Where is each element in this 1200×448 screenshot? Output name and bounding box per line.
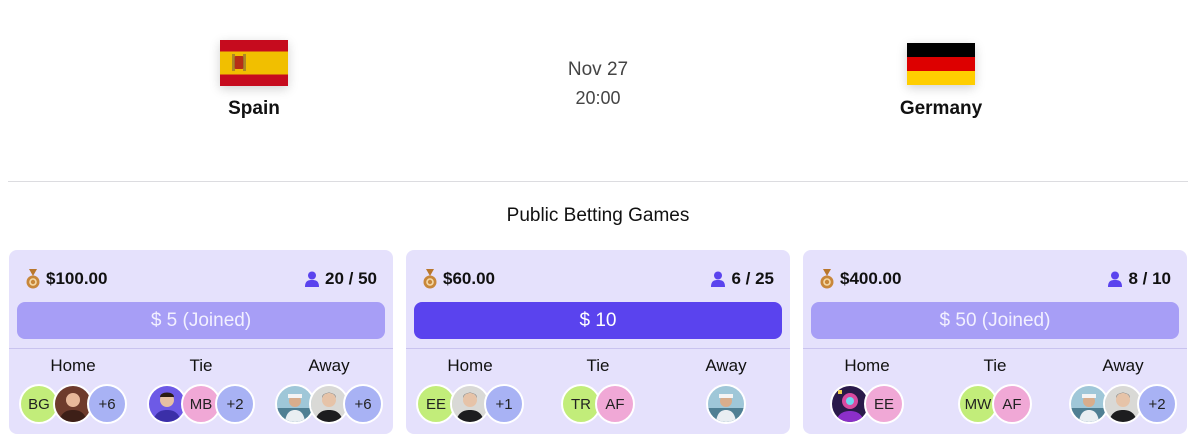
avatar-group: BG +6: [19, 384, 127, 424]
match-datetime: Nov 27 20:00: [498, 58, 698, 110]
outcome-row: Home EE +1 Tie TR AF Away: [406, 354, 790, 424]
player-count-value: 20 / 50: [325, 269, 377, 288]
outcome-label: Away: [308, 356, 350, 375]
germany-flag-icon: [907, 43, 975, 85]
outcome-label: Tie: [586, 356, 610, 375]
outcome-label: Tie: [189, 356, 213, 375]
card-divider: [9, 348, 393, 349]
spain-flag-icon: [220, 40, 288, 86]
prize-pool: $400.00: [819, 269, 901, 289]
away-team-name: Germany: [899, 98, 983, 119]
avatar-group: TR AF: [561, 384, 635, 424]
prize-amount: $400.00: [840, 269, 902, 288]
outcome-row: Home BG +6 Tie MB +2 Away +6: [9, 354, 393, 424]
outcome-away[interactable]: Away: [662, 354, 790, 424]
section-title: Public Betting Games: [506, 205, 690, 226]
match-date: Nov 27: [567, 59, 629, 80]
avatar-more-count: +6: [343, 384, 383, 424]
avatar-group: EE: [830, 384, 904, 424]
avatar-group: MB +2: [147, 384, 255, 424]
outcome-tie[interactable]: Tie TR AF: [534, 354, 662, 424]
avatar-more-count: +1: [484, 384, 524, 424]
avatar-more-count: +6: [87, 384, 127, 424]
betting-game-card[interactable]: $100.00 20 / 50 $ 5 (Joined) Home BG +6 …: [9, 250, 393, 434]
bet-button[interactable]: $ 50 (Joined): [811, 302, 1179, 339]
home-team-name: Spain: [228, 98, 280, 119]
card-header: $400.00 8 / 10: [819, 268, 1171, 290]
bet-button[interactable]: $ 10: [414, 302, 782, 339]
avatar-more-count: +2: [1137, 384, 1177, 424]
outcome-label: Away: [705, 356, 747, 375]
avatar: EE: [864, 384, 904, 424]
prize-amount: $100.00: [46, 269, 108, 288]
card-header: $60.00 6 / 25: [422, 268, 774, 290]
avatar-group: +2: [1069, 384, 1177, 424]
match-header: Spain Nov 27 20:00 Germany: [0, 0, 1200, 182]
outcome-tie[interactable]: Tie MW AF: [931, 354, 1059, 424]
outcome-home[interactable]: Home EE +1: [406, 354, 534, 424]
outcome-label: Tie: [983, 356, 1007, 375]
player-count: 6 / 25: [711, 269, 774, 289]
person-icon: [305, 271, 319, 287]
outcome-label: Home: [447, 356, 493, 375]
avatar-group: EE +1: [416, 384, 524, 424]
outcome-home[interactable]: Home EE: [803, 354, 931, 424]
match-time: 20:00: [575, 88, 621, 108]
outcome-label: Home: [844, 356, 890, 375]
avatar-group: +6: [275, 384, 383, 424]
card-divider: [803, 348, 1187, 349]
medal-icon: [26, 269, 40, 289]
header-divider: [8, 181, 1188, 182]
avatar: AF: [992, 384, 1032, 424]
betting-game-card[interactable]: $400.00 8 / 10 $ 50 (Joined) Home EE Tie…: [803, 250, 1187, 434]
outcome-away[interactable]: Away +2: [1059, 354, 1187, 424]
outcome-row: Home EE Tie MW AF Away +2: [803, 354, 1187, 424]
outcome-label: Away: [1102, 356, 1144, 375]
avatar-more-count: +2: [215, 384, 255, 424]
bet-button[interactable]: $ 5 (Joined): [17, 302, 385, 339]
player-count-value: 6 / 25: [731, 269, 774, 288]
home-team[interactable]: Spain: [154, 40, 354, 120]
medal-icon: [423, 269, 437, 289]
outcome-away[interactable]: Away +6: [265, 354, 393, 424]
avatar-photo: [706, 384, 746, 424]
outcome-tie[interactable]: Tie MB +2: [137, 354, 265, 424]
outcome-home[interactable]: Home BG +6: [9, 354, 137, 424]
avatar-group: MW AF: [958, 384, 1032, 424]
prize-pool: $60.00: [422, 269, 495, 289]
betting-game-card[interactable]: $60.00 6 / 25 $ 10 Home EE +1 Tie TR AF …: [406, 250, 790, 434]
card-divider: [406, 348, 790, 349]
player-count-value: 8 / 10: [1128, 269, 1171, 288]
medal-icon: [820, 269, 834, 289]
avatar: AF: [595, 384, 635, 424]
away-team[interactable]: Germany: [841, 40, 1041, 120]
card-header: $100.00 20 / 50: [25, 268, 377, 290]
player-count: 8 / 10: [1108, 269, 1171, 289]
prize-pool: $100.00: [25, 269, 107, 289]
prize-amount: $60.00: [443, 269, 495, 288]
outcome-label: Home: [50, 356, 96, 375]
person-icon: [1108, 271, 1123, 287]
player-count: 20 / 50: [305, 269, 377, 289]
person-icon: [711, 271, 726, 287]
avatar-group: [706, 384, 746, 424]
